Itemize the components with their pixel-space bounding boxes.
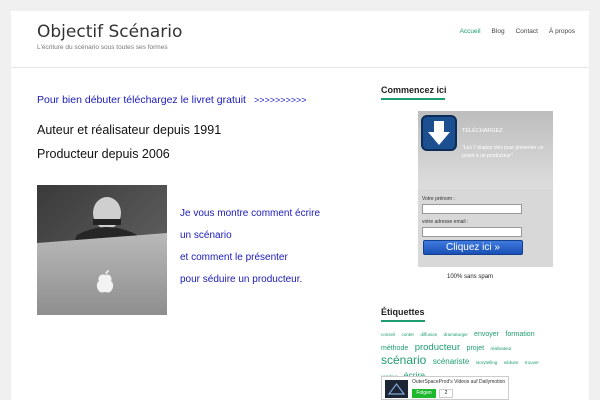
tag-link[interactable]: producteur [415,342,460,353]
site-title[interactable]: Objectif Scénario [37,22,182,42]
intro-line-1: Auteur et réalisateur depuis 1991 [37,123,222,137]
promo-text[interactable]: Pour bien débuter téléchargez le livret … [37,94,246,106]
tag-link[interactable]: méthode [381,345,408,352]
tag-link[interactable]: dramaturgie [444,332,468,337]
author-photo [37,185,167,315]
tag-link[interactable]: envoyer [474,331,499,338]
pitch-line-2: un scénario [180,230,232,241]
tags-title: Étiquettes [381,307,425,317]
follow-button[interactable]: Folgen [412,389,436,398]
dailymotion-widget: OuterSpaceProd's Videos auf Dailymotion … [381,376,509,400]
tag-link[interactable]: séduire [504,360,519,365]
firstname-field[interactable] [422,204,522,214]
page: Objectif Scénario L'écriture du scénario… [11,11,589,400]
optin-header: TÉLÉCHARGEZ "Les 7 étapes clés pour prés… [418,111,553,189]
follower-count: 2 [439,389,453,398]
intro-line-2: Producteur depuis 2006 [37,147,170,161]
tag-link[interactable]: formation [505,331,534,338]
promo-arrows[interactable]: >>>>>>>>>> [254,95,307,105]
title-underline [381,98,445,100]
email-label: votre adresse email : [422,219,469,225]
tag-link[interactable]: conter [401,332,414,337]
tag-link[interactable]: scénario [381,353,426,367]
tag-link[interactable]: scénariste [433,357,469,366]
channel-thumbnail[interactable] [385,380,408,398]
commencez-ici-title: Commencez ici [381,85,447,95]
tag-link[interactable]: projet [467,345,485,352]
tag-link[interactable]: réalisateur [491,346,512,351]
download-arrow-icon [421,115,457,151]
optin-description: "Les 7 étapes clés pour présenter un pro… [462,145,544,159]
tag-cloud: conseil conter diffusion dramaturgie env… [381,326,541,382]
pitch-line-3: et comment le présenter [180,252,288,263]
author-photo-image [37,185,167,315]
tag-link[interactable]: trouver [525,360,539,365]
tag-link[interactable]: diffusion [420,332,437,337]
optin-label: TÉLÉCHARGEZ [462,128,503,134]
pitch-line-4: pour séduire un producteur. [180,274,303,285]
email-field[interactable] [422,227,522,237]
pitch-line-1: Je vous montre comment écrire [180,208,321,219]
optin-form: TÉLÉCHARGEZ "Les 7 étapes clés pour prés… [418,111,553,267]
firstname-label: Votre prénom : [422,196,455,202]
promo-link[interactable]: Pour bien débuter téléchargez le livret … [37,94,337,106]
tags-title-underline [381,320,425,322]
submit-button[interactable]: Cliquez ici » [423,240,523,255]
tag-link[interactable]: conseil [381,332,395,337]
tag-link[interactable]: storytelling [476,360,498,365]
no-spam-note: 100% sans spam [447,274,494,280]
channel-name[interactable]: OuterSpaceProd's Videos auf Dailymotion [412,379,507,385]
sidebar: Commencez ici TÉLÉCHARGEZ "Les 7 étapes … [381,11,581,400]
site-tagline: L'écriture du scénario sous toutes ses f… [37,44,168,51]
